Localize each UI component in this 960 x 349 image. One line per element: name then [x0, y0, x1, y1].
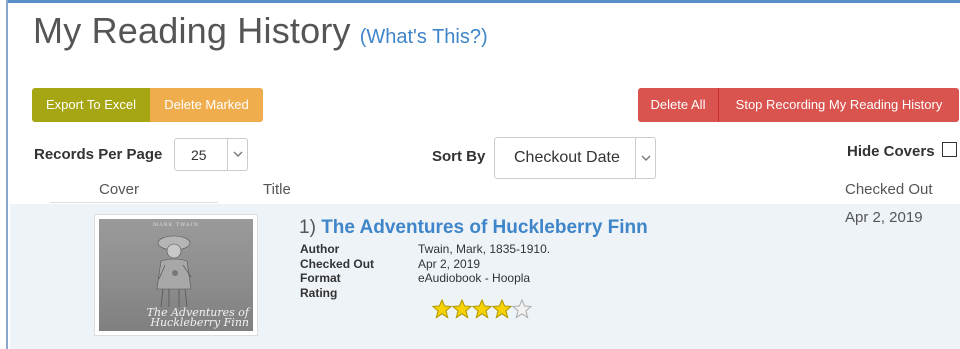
cover-author-text: MARK TWAIN: [152, 222, 199, 228]
meta-value: eAudiobook - Hoopla: [418, 271, 531, 285]
left-border: [0, 0, 8, 349]
book-cover[interactable]: MARK TWAIN The Adventures of Huckleberry…: [94, 214, 258, 336]
column-header-cover: Cover: [99, 181, 140, 198]
meta-value: Apr 2, 2019: [418, 256, 481, 271]
export-to-excel-button[interactable]: Export To Excel: [32, 88, 150, 122]
page-title: My Reading History: [33, 10, 351, 51]
meta-row-format: Format eAudiobook - Hoopla: [300, 271, 550, 286]
meta-key: Checked Out: [300, 256, 375, 271]
delete-all-button[interactable]: Delete All: [638, 88, 719, 122]
title-row: My Reading History (What's This?): [33, 10, 488, 52]
top-border: [0, 0, 960, 3]
records-per-page-label: Records Per Page: [34, 146, 163, 163]
records-per-page-value: 25: [191, 146, 207, 163]
meta-key: Author: [300, 242, 340, 256]
item-number: 1): [299, 217, 316, 238]
column-header-title[interactable]: Title: [263, 181, 291, 198]
meta-row-author: Author Twain, Mark, 1835-1910.: [300, 242, 550, 257]
meta-value: Twain, Mark, 1835-1910.: [418, 242, 551, 256]
meta-key: Rating: [300, 285, 338, 300]
column-header-checked-out[interactable]: Checked Out: [845, 181, 933, 198]
star-filled-icon[interactable]: [492, 299, 512, 319]
meta-row-rating: Rating: [300, 286, 550, 301]
header-divider: [50, 202, 218, 203]
records-per-page-select[interactable]: 25: [174, 138, 248, 171]
book-title-row: 1) The Adventures of Huckleberry Finn: [299, 217, 648, 239]
star-filled-icon[interactable]: [452, 299, 472, 319]
checked-out-date: Apr 2, 2019: [845, 209, 923, 226]
sort-by-value: Checkout Date: [514, 149, 620, 166]
hide-covers-checkbox[interactable]: [942, 142, 957, 157]
cover-title-line-2: Huckleberry Finn: [150, 316, 249, 329]
book-metadata: Author Twain, Mark, 1835-1910. Checked O…: [300, 242, 550, 300]
reading-history-page: My Reading History (What's This?) Export…: [0, 0, 960, 349]
rating-stars[interactable]: [432, 299, 532, 319]
hide-covers-label: Hide Covers: [847, 143, 935, 160]
sort-by-select[interactable]: Checkout Date: [494, 137, 656, 179]
chevron-down-icon: [227, 139, 247, 170]
star-empty-icon[interactable]: [512, 299, 532, 319]
delete-marked-button[interactable]: Delete Marked: [150, 88, 263, 122]
star-filled-icon[interactable]: [432, 299, 452, 319]
meta-key: Format: [300, 271, 341, 285]
stop-recording-button[interactable]: Stop Recording My Reading History: [719, 88, 959, 122]
sort-by-label: Sort By: [432, 148, 486, 165]
book-title-link[interactable]: The Adventures of Huckleberry Finn: [321, 217, 648, 238]
cover-illustration-icon: [156, 235, 192, 308]
whats-this-link[interactable]: (What's This?): [360, 26, 488, 49]
book-cover-image: MARK TWAIN The Adventures of Huckleberry…: [99, 219, 253, 331]
meta-row-checked-out: Checked Out Apr 2, 2019: [300, 257, 550, 272]
chevron-down-icon: [635, 138, 655, 178]
cover-title-text: The Adventures of Huckleberry Finn: [147, 307, 249, 329]
star-filled-icon[interactable]: [472, 299, 492, 319]
